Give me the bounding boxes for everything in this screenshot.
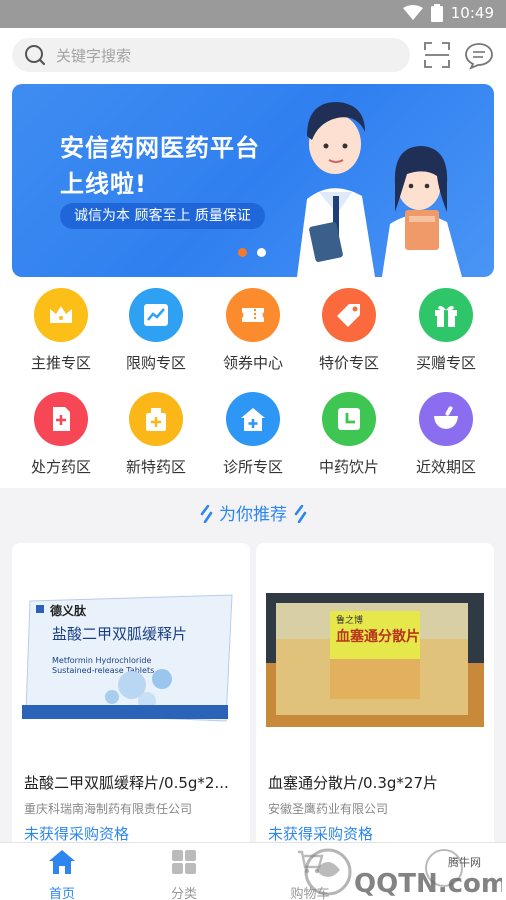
- tab-home[interactable]: 首页: [22, 849, 102, 900]
- slash-decoration-icon: [200, 505, 213, 523]
- category-prescription[interactable]: 处方药区: [13, 392, 109, 477]
- category-label: 处方药区: [30, 458, 91, 476]
- product-image: 德义肽 盐酸二甲双胍缓释片 Metformin Hydrochloride Su…: [22, 594, 233, 722]
- watermark-large-text: QQTN.com: [354, 869, 502, 899]
- product-card[interactable]: 鲁之博 血塞通分散片 血塞通分散片/0.3g*27片 安徽圣鹰药业有限公司 未获…: [256, 543, 494, 853]
- product-company: 安徽圣鹰药业有限公司: [268, 802, 389, 816]
- wifi-icon: [402, 5, 423, 20]
- product-name: 盐酸二甲双胍缓释片/0.5g*2...: [24, 774, 229, 792]
- category-featured[interactable]: 主推专区: [13, 288, 109, 373]
- category-label: 中药饮片: [318, 458, 379, 476]
- category-near-expiry[interactable]: 近效期区: [398, 392, 494, 477]
- product-company: 重庆科瑞南海制药有限责任公司: [24, 802, 193, 816]
- doctors-illustration: [297, 102, 462, 277]
- search-placeholder: 关键字搜索: [56, 46, 132, 65]
- herbal-clock-icon: [322, 392, 376, 446]
- category-clinic[interactable]: 诊所专区: [205, 392, 301, 477]
- promo-banner[interactable]: 安信药网医药平台 上线啦! 诚信为本 顾客至上 质量保证: [12, 84, 494, 277]
- banner-title: 安信药网医药平台: [60, 134, 260, 162]
- banner-slogan: 诚信为本 顾客至上 质量保证: [60, 203, 265, 229]
- category-label: 诊所专区: [222, 458, 283, 476]
- category-grid-icon: [172, 850, 196, 874]
- category-new-drugs[interactable]: 新特药区: [108, 392, 204, 477]
- box-title: 盐酸二甲双胍缓释片: [52, 625, 187, 643]
- crown-icon: [34, 288, 88, 342]
- home-icon: [49, 850, 75, 874]
- category-coupons[interactable]: 领券中心: [205, 288, 301, 373]
- box-english-line1: Metformin Hydrochloride: [52, 656, 151, 665]
- category-label: 特价专区: [318, 354, 379, 372]
- prescription-icon: [34, 392, 88, 446]
- category-specials[interactable]: 特价专区: [301, 288, 397, 373]
- status-time: 10:49: [450, 4, 494, 22]
- watermark-small-text: 腾牛网: [448, 855, 481, 869]
- scan-icon[interactable]: [424, 42, 450, 68]
- pagination-dot[interactable]: [257, 248, 266, 257]
- product-name: 血塞通分散片/0.3g*27片: [268, 774, 439, 792]
- status-bar: 10:49: [0, 0, 506, 28]
- product-card[interactable]: 德义肽 盐酸二甲双胍缓释片 Metformin Hydrochloride Su…: [12, 543, 250, 853]
- watermark-logo: 腾牛网 QQTN.com: [304, 848, 502, 899]
- category-label: 领券中心: [222, 354, 283, 372]
- category-limited[interactable]: 限购专区: [108, 288, 204, 373]
- slash-decoration-icon: [294, 505, 307, 523]
- recommend-title: 为你推荐: [219, 505, 287, 525]
- product-image: 鲁之博 血塞通分散片: [266, 593, 484, 727]
- mortar-icon: [419, 392, 473, 446]
- coupon-icon: [226, 288, 280, 342]
- banner-subtitle: 上线啦!: [60, 170, 147, 198]
- search-input[interactable]: 关键字搜索: [12, 38, 410, 72]
- message-icon[interactable]: [464, 42, 494, 70]
- category-label: 近效期区: [415, 458, 476, 476]
- search-icon: [25, 45, 46, 66]
- tab-category[interactable]: 分类: [144, 849, 224, 900]
- category-gifts[interactable]: 买赠专区: [398, 288, 494, 373]
- banner-pagination: [238, 248, 266, 257]
- box-brand: 德义肽: [50, 603, 87, 618]
- recommend-heading: 为你推荐: [0, 500, 506, 525]
- tab-label: 分类: [170, 887, 197, 900]
- gift-icon: [419, 288, 473, 342]
- category-label: 限购专区: [125, 354, 186, 372]
- pagination-dot-active[interactable]: [238, 248, 247, 257]
- category-label: 主推专区: [30, 354, 91, 372]
- battery-icon: [430, 4, 443, 22]
- product-status: 未获得采购资格: [24, 825, 130, 843]
- medicine-box-icon: [129, 392, 183, 446]
- category-label: 新特药区: [125, 458, 186, 476]
- price-tag-icon: [322, 288, 376, 342]
- box-brand: 鲁之博: [336, 614, 363, 626]
- trend-chart-icon: [129, 288, 183, 342]
- clinic-icon: [226, 392, 280, 446]
- category-herbal[interactable]: 中药饮片: [301, 392, 397, 477]
- tab-label: 首页: [48, 887, 75, 900]
- box-title: 血塞通分散片: [336, 628, 420, 645]
- category-label: 买赠专区: [415, 354, 476, 372]
